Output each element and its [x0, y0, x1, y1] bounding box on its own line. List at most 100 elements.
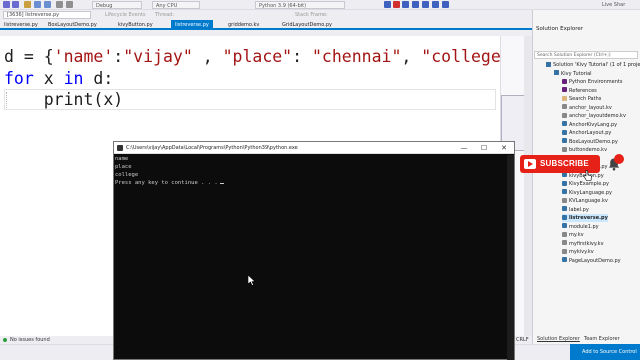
document-tabs: listreverse.py BoxLayoutDemo.py kivyButt…: [0, 20, 532, 30]
solution-item-label: myfirstkivy.kv: [569, 240, 604, 247]
code-token: "vijay": [123, 47, 193, 66]
step-out-icon[interactable]: [442, 1, 449, 8]
maximize-button[interactable]: ☐: [474, 142, 494, 154]
code-token: d:: [83, 69, 114, 88]
undo-icon[interactable]: [56, 1, 63, 8]
solution-item[interactable]: KivyLanguage.py: [562, 189, 612, 197]
solution-item[interactable]: myfirstkivy.kv: [562, 240, 604, 248]
save-icon[interactable]: [34, 1, 41, 8]
console-scrollbar[interactable]: [507, 155, 514, 360]
console-icon: [117, 145, 123, 151]
console-titlebar[interactable]: C:\Users\vijay\AppData\Local\Programs\Py…: [114, 142, 514, 154]
open-icon[interactable]: [24, 1, 31, 8]
solution-item-label: my.kv: [569, 232, 584, 238]
lifecycle-events[interactable]: Lifecycle Events: [105, 10, 145, 20]
process-select[interactable]: [3636] listreverse.py: [3, 11, 91, 19]
code-token: "college: [421, 47, 501, 66]
code-token: "chennai": [312, 47, 402, 66]
add-to-source-control-button[interactable]: Add to Source Control: [570, 344, 640, 360]
save-all-icon[interactable]: [44, 1, 51, 8]
solution-item-label: anchor_layout.kv: [569, 104, 612, 111]
py-file-icon: [562, 138, 567, 143]
tab-gridlayoutdemo[interactable]: GridLayoutDemo.py: [282, 20, 332, 30]
kv-file-icon: [562, 248, 567, 254]
solution-item-label: Python Environments: [569, 79, 623, 85]
solution-item-label: anchor_layoutdemo.kv: [569, 113, 626, 119]
back-icon[interactable]: [3, 1, 10, 8]
solution-item[interactable]: KivyExample.py: [562, 180, 609, 188]
python-env-select[interactable]: Python 3.9 (64-bit): [255, 1, 345, 9]
tab-boxlayoutdemo[interactable]: BoxLayoutDemo.py: [48, 20, 97, 30]
step-icon[interactable]: [412, 1, 419, 8]
debug-config-select[interactable]: Debug: [92, 1, 142, 9]
tab-kivybutton[interactable]: kivyButton.py: [118, 20, 153, 30]
console-line: name: [115, 156, 129, 162]
solution-item-label: References: [569, 87, 597, 94]
console-line: Press any key to continue . . .: [115, 179, 224, 187]
solution-item[interactable]: Kivy Tutorial: [554, 70, 592, 78]
live-share-button[interactable]: Live Shar: [602, 1, 625, 9]
tab-team-explorer[interactable]: Team Explorer: [584, 335, 620, 344]
kv-file-icon: [562, 146, 567, 152]
solution-item[interactable]: module1.py: [562, 223, 599, 231]
line-ending[interactable]: CRLF: [516, 336, 529, 344]
play-triangle-icon: [528, 161, 533, 167]
code-line-1[interactable]: d = {'name':"vijay" , "place": "chennai"…: [4, 46, 501, 68]
stop-icon[interactable]: [393, 1, 400, 8]
tab-griddemo[interactable]: griddemo.kv: [228, 20, 259, 30]
py-file-icon: [562, 214, 567, 220]
redo-icon[interactable]: [66, 1, 73, 8]
py-file-icon: [562, 206, 567, 211]
solution-explorer-tabs: Solution Explorer Team Explorer: [532, 335, 640, 344]
solution-item[interactable]: listreverse.py: [562, 214, 608, 222]
debug-location-bar: [3636] listreverse.py Lifecycle Events T…: [0, 10, 532, 20]
solution-item-label: label.py: [569, 206, 589, 213]
code-line-2[interactable]: for x in d:: [4, 68, 113, 90]
issues-status[interactable]: No issues found: [10, 336, 50, 344]
ref-file-icon: [562, 87, 567, 92]
solution-item[interactable]: PageLayoutDemo.py: [562, 257, 621, 265]
ref-file-icon: [562, 78, 567, 84]
solution-item[interactable]: AnchorKivyLang.py: [562, 121, 617, 129]
solution-item-label: listreverse.py: [569, 215, 608, 221]
check-icon: [3, 338, 7, 342]
solution-item-label: AnchorLayout.py: [569, 130, 612, 136]
minimize-button[interactable]: —: [454, 142, 474, 154]
solution-item[interactable]: my.kv: [562, 231, 584, 239]
step-into-icon[interactable]: [422, 1, 429, 8]
editor-scrollbar[interactable]: [524, 36, 532, 341]
tab-solution-explorer[interactable]: Solution Explorer: [537, 335, 580, 344]
forward-icon[interactable]: [12, 1, 19, 8]
solution-item[interactable]: anchor_layoutdemo.kv: [562, 112, 626, 120]
tab-listreverse-preview[interactable]: listreverse.py: [4, 20, 38, 30]
solution-item-label: mykivy.kv: [569, 249, 594, 255]
step-over-icon[interactable]: [432, 1, 439, 8]
code-token: :: [113, 47, 124, 66]
solution-item[interactable]: Python Environments: [562, 78, 622, 86]
platform-select[interactable]: Any CPU: [152, 1, 200, 9]
code-line-3[interactable]: print(x): [4, 89, 123, 111]
solution-item[interactable]: label.py: [562, 206, 589, 214]
close-button[interactable]: ✕: [494, 142, 514, 154]
code-token: "place": [222, 47, 293, 66]
solution-item[interactable]: AnchorLayout.py: [562, 129, 611, 137]
console-window[interactable]: C:\Users\vijay\AppData\Local\Programs\Py…: [113, 141, 515, 360]
pause-icon[interactable]: [384, 1, 391, 8]
code-token: ,: [192, 47, 223, 66]
solution-item[interactable]: Solution 'Kivy Tutorial' (1 of 1 projec: [546, 61, 640, 69]
solution-item-label: Solution 'Kivy Tutorial' (1 of 1 projec: [553, 62, 640, 68]
restart-icon[interactable]: [402, 1, 409, 8]
tab-listreverse[interactable]: listreverse.py: [171, 20, 213, 30]
console-line: place: [115, 164, 132, 170]
solution-item[interactable]: mykivy.kv: [562, 248, 594, 256]
console-output[interactable]: name place college Press any key to cont…: [114, 155, 514, 360]
solution-search-input[interactable]: Search Solution Explorer (Ctrl+;): [534, 51, 638, 59]
solution-item-label: Kivy Tutorial: [561, 70, 592, 77]
solution-item[interactable]: Search Paths: [562, 95, 601, 103]
solution-item[interactable]: BoxLayoutDemo.py: [562, 138, 618, 146]
py-file-icon: [562, 129, 567, 135]
solution-item[interactable]: anchor_layout.kv: [562, 104, 612, 112]
solution-item[interactable]: buttondemo.kv: [562, 146, 607, 154]
solution-item[interactable]: KVLanguage.kv: [562, 197, 608, 205]
solution-item[interactable]: References: [562, 87, 597, 95]
